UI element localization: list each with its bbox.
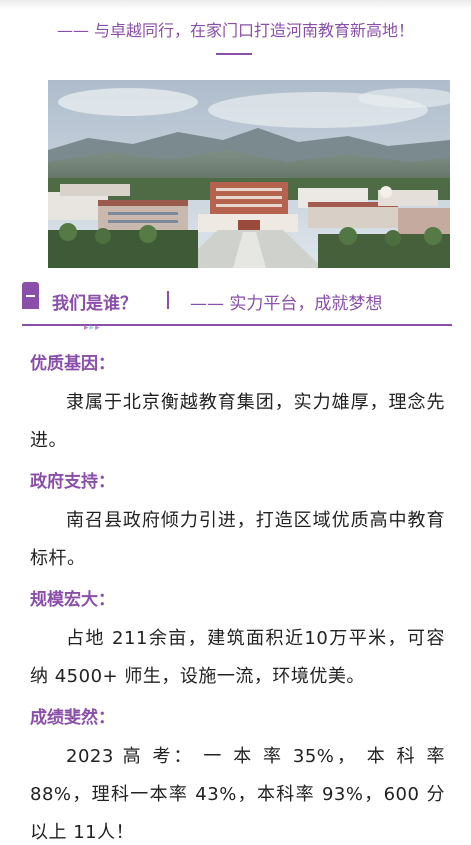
slogan: —— 与卓越同行，在家门口打造河南教育新高地！ [56, 21, 415, 40]
section-badge-icon [22, 282, 39, 309]
list-item: 优质基因： 隶属于北京衡越教育集团，实力雄厚，理念先进。 [30, 352, 445, 460]
item-body: 2023 高 考： 一 本 率 35%， 本 科 率 88%，理科一本率 43%… [30, 746, 445, 843]
campus-photo [48, 80, 450, 268]
item-title: 政府支持： [30, 472, 115, 492]
item-title: 成绩斐然： [30, 708, 115, 728]
item-title: 规模宏大： [30, 590, 115, 610]
item-body: 占地 211余亩，建筑面积近10万平米，可容纳 4500+ 师生，设施一流，环境… [30, 628, 445, 687]
content-list: 优质基因： 隶属于北京衡越教育集团，实力雄厚，理念先进。 政府支持： 南召县政府… [30, 352, 445, 845]
section-header: 我们是谁？ —— 实力平台，成就梦想 [22, 280, 452, 326]
campus-illustration [48, 80, 450, 268]
list-item: 政府支持： 南召县政府倾力引进，打造区域优质高中教育标杆。 [30, 470, 445, 578]
item-title: 优质基因： [30, 354, 115, 374]
section-subtitle: —— 实力平台，成就梦想 [190, 294, 383, 314]
list-item: 规模宏大： 占地 211余亩，建筑面积近10万平米，可容纳 4500+ 师生，设… [30, 588, 445, 696]
item-body: 隶属于北京衡越教育集团，实力雄厚，理念先进。 [30, 392, 445, 451]
decorative-arrows-icon: ▸▸▸ [84, 323, 101, 333]
page: —— 与卓越同行，在家门口打造河南教育新高地！ 我们是谁？ —— 实力平台，成就… [0, 0, 471, 845]
item-body: 南召县政府倾力引进，打造区域优质高中教育标杆。 [30, 510, 445, 569]
list-item: 成绩斐然： 2023 高 考： 一 本 率 35%， 本 科 率 88%，理科一… [30, 706, 445, 845]
section-separator [167, 291, 169, 309]
section-title: 我们是谁？ [52, 294, 137, 314]
slogan-dash-divider [216, 53, 252, 55]
top-strip [0, 0, 471, 10]
